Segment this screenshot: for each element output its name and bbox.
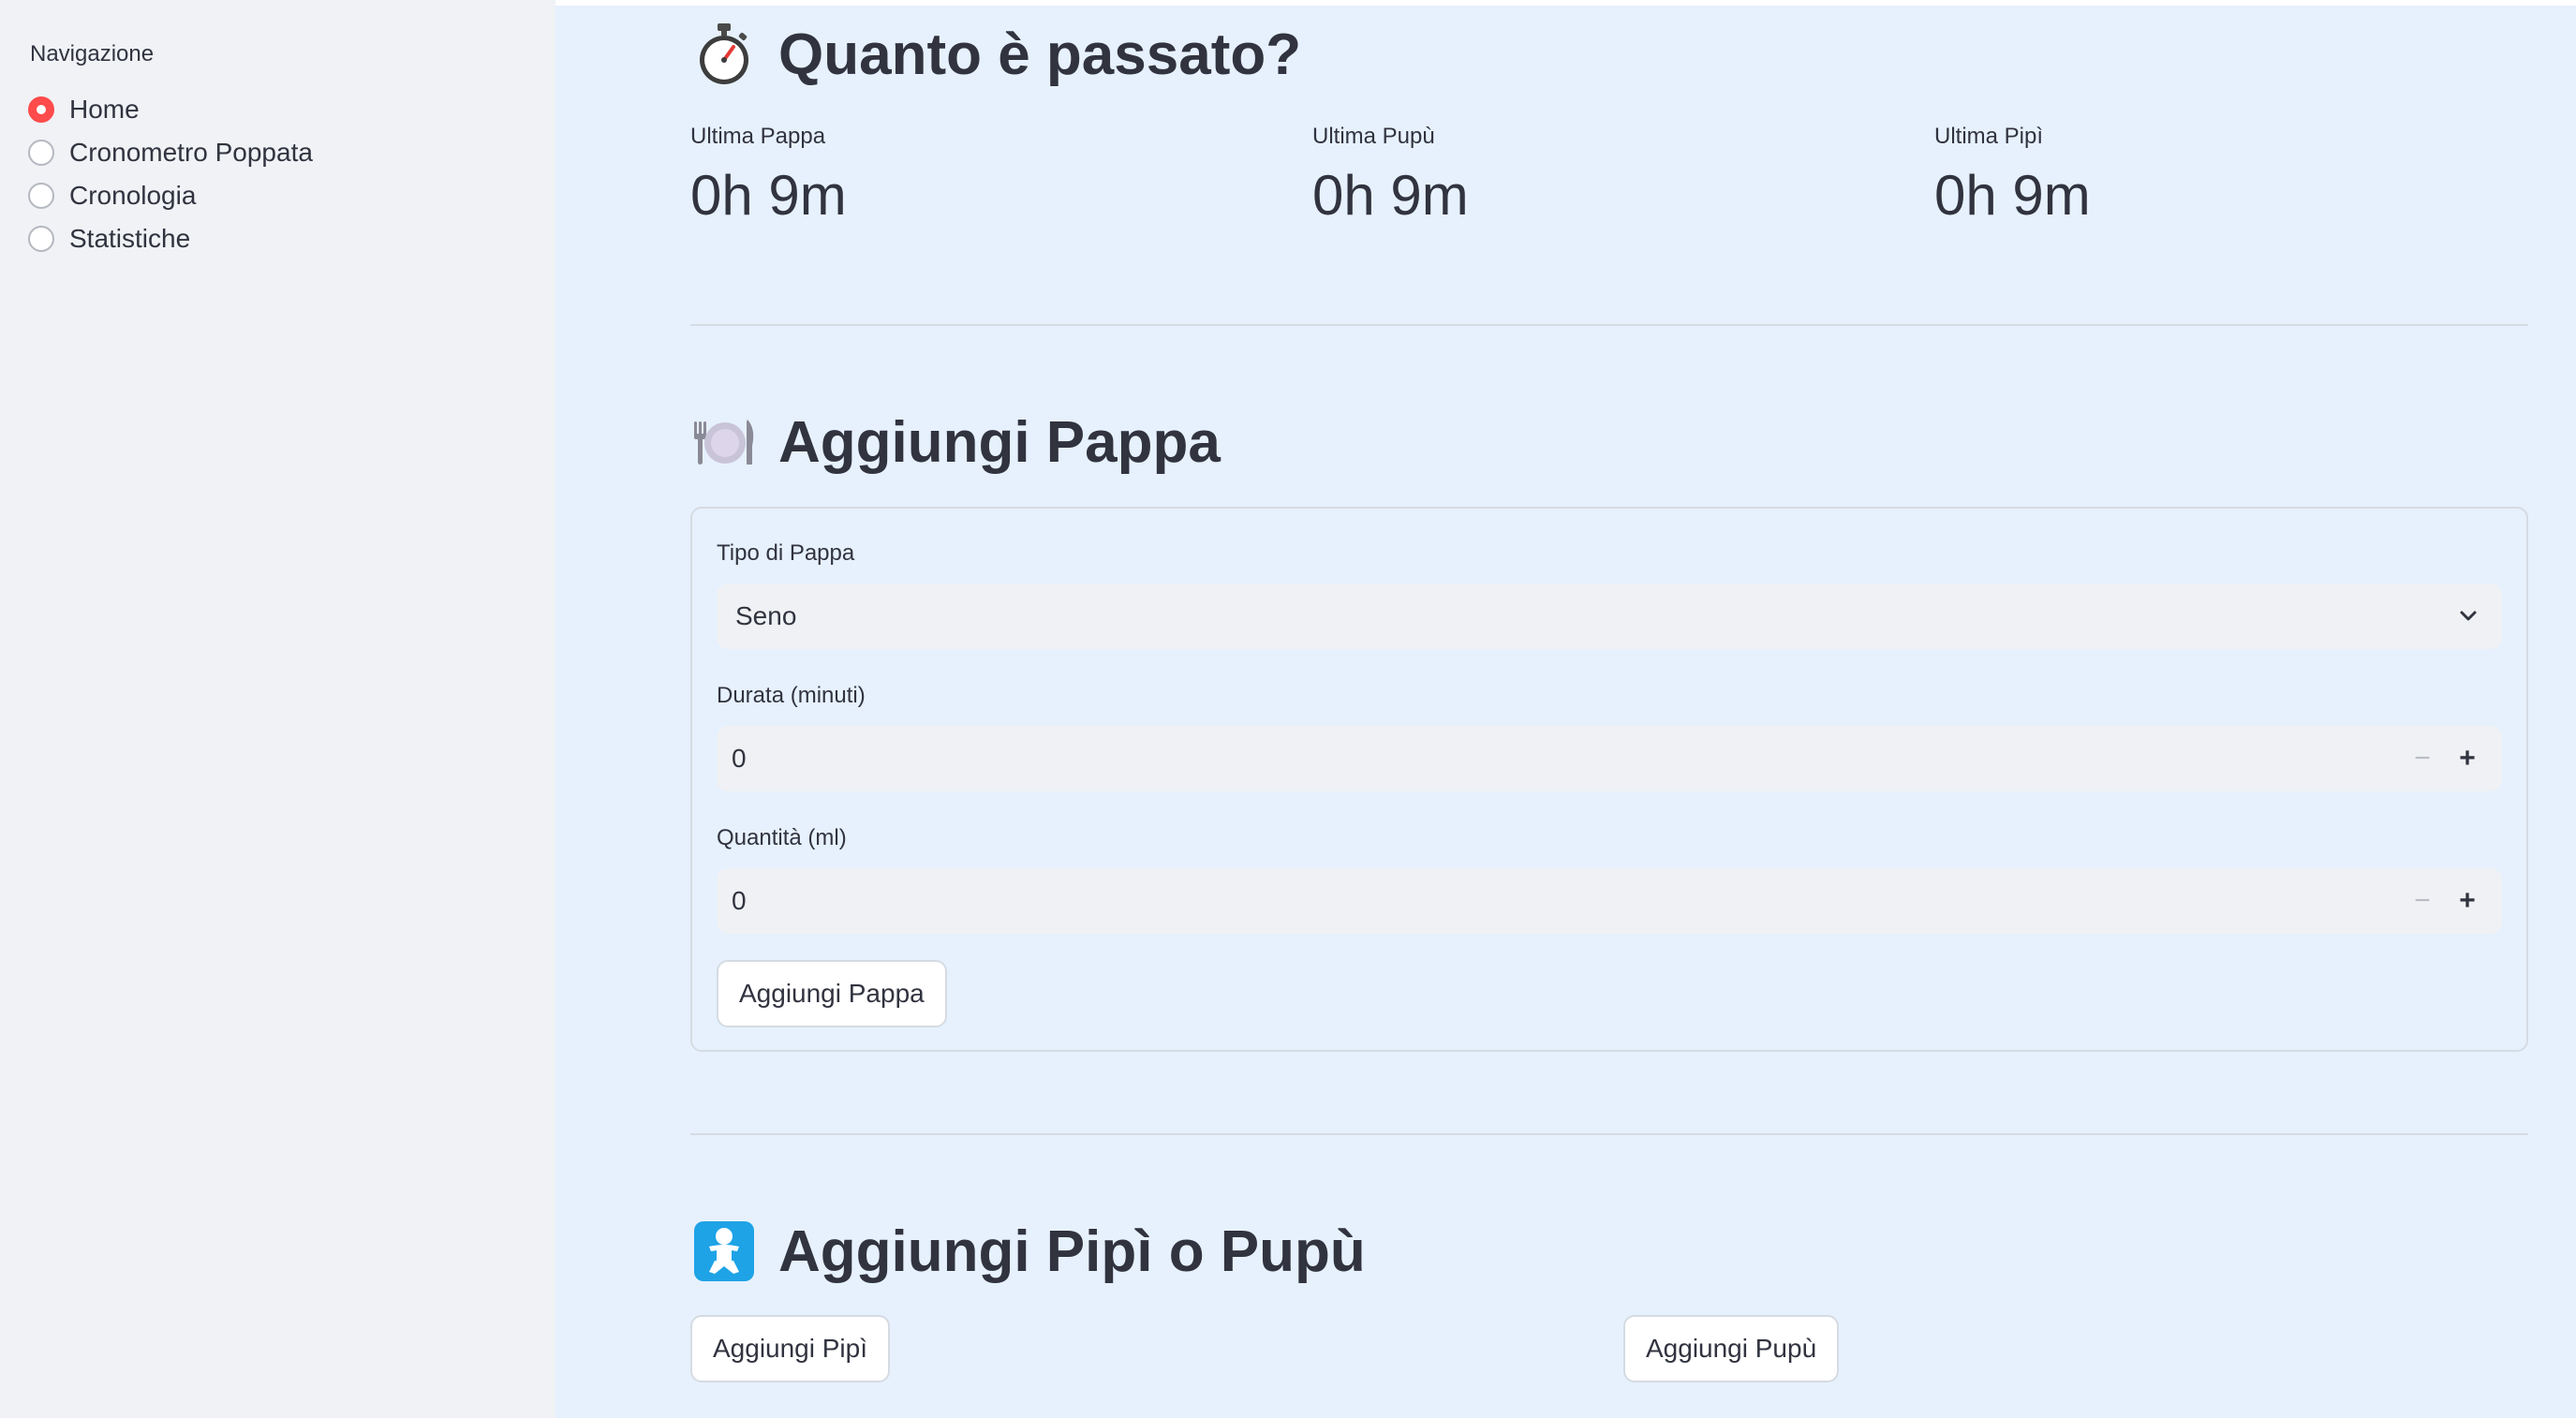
nav-item-home[interactable]: Home	[28, 88, 313, 131]
chevron-down-icon[interactable]	[2457, 605, 2480, 628]
metric-ultima-pupu: Ultima Pupù 0h 9m	[1312, 124, 1874, 228]
radio-unchecked-icon[interactable]	[28, 183, 54, 209]
nav-item-label: Home	[69, 95, 140, 124]
durata-value: 0	[732, 744, 747, 773]
durata-label: Durata (minuti)	[717, 683, 866, 708]
app: Navigazione Home Cronometro Poppata Cron…	[0, 0, 2576, 1418]
section-divider	[690, 1133, 2528, 1135]
plus-icon[interactable]: +	[2446, 737, 2489, 780]
diaper-heading: Aggiungi Pipì o Pupù	[690, 1218, 1366, 1285]
quantita-value: 0	[732, 886, 747, 915]
diaper-title: Aggiungi Pipì o Pupù	[778, 1219, 1366, 1284]
quantita-label: Quantità (ml)	[717, 825, 847, 850]
nav-item-statistiche[interactable]: Statistiche	[28, 217, 313, 260]
metric-label: Ultima Pipì	[1934, 124, 2044, 149]
nav-item-cronologia[interactable]: Cronologia	[28, 174, 313, 217]
pappa-title: Aggiungi Pappa	[778, 409, 1221, 475]
plate-cutlery-icon	[694, 420, 754, 465]
stopwatch-icon	[700, 23, 748, 84]
metric-value: 0h 9m	[1934, 164, 2091, 227]
pappa-form: Tipo di Pappa Seno Durata (minuti) 0 − +…	[690, 507, 2528, 1052]
tipo-pappa-select[interactable]: Seno	[717, 583, 2502, 649]
metric-value: 0h 9m	[690, 164, 847, 227]
metric-label: Ultima Pupù	[1312, 124, 1435, 149]
durata-input[interactable]: 0 − +	[717, 726, 2502, 791]
elapsed-title: Quanto è passato?	[778, 22, 1302, 87]
section-divider	[690, 324, 2528, 326]
main-content: Quanto è passato? Ultima Pappa 0h 9m Ult…	[555, 0, 2576, 1418]
sidebar: Navigazione Home Cronometro Poppata Cron…	[0, 0, 555, 1418]
metric-ultima-pappa: Ultima Pappa 0h 9m	[690, 124, 1252, 228]
radio-unchecked-icon[interactable]	[28, 140, 54, 166]
nav-title: Navigazione	[30, 41, 155, 66]
metric-value: 0h 9m	[1312, 164, 1469, 227]
nav-radio-group: Home Cronometro Poppata Cronologia Stati…	[28, 88, 313, 260]
minus-icon[interactable]: −	[2412, 887, 2433, 915]
top-bar	[555, 0, 2576, 6]
aggiungi-pappa-button[interactable]: Aggiungi Pappa	[717, 960, 947, 1027]
pappa-heading: Aggiungi Pappa	[690, 408, 1221, 476]
nav-item-label: Cronometro Poppata	[69, 138, 313, 167]
nav-item-label: Cronologia	[69, 181, 197, 210]
tipo-pappa-label: Tipo di Pappa	[717, 540, 855, 566]
metric-ultima-pipi: Ultima Pipì 0h 9m	[1934, 124, 2496, 228]
tipo-pappa-value: Seno	[735, 601, 797, 630]
plus-icon[interactable]: +	[2446, 879, 2489, 923]
aggiungi-pipi-button[interactable]: Aggiungi Pipì	[690, 1315, 891, 1382]
elapsed-heading: Quanto è passato?	[690, 21, 1301, 88]
aggiungi-pupu-button[interactable]: Aggiungi Pupù	[1623, 1315, 1840, 1382]
minus-icon[interactable]: −	[2412, 745, 2433, 773]
metric-label: Ultima Pappa	[690, 124, 826, 149]
quantita-input[interactable]: 0 − +	[717, 868, 2502, 934]
nav-item-label: Statistiche	[69, 224, 191, 253]
radio-checked-icon[interactable]	[28, 96, 54, 123]
baby-icon	[694, 1221, 754, 1281]
radio-unchecked-icon[interactable]	[28, 226, 54, 252]
nav-item-cronometro-poppata[interactable]: Cronometro Poppata	[28, 131, 313, 174]
